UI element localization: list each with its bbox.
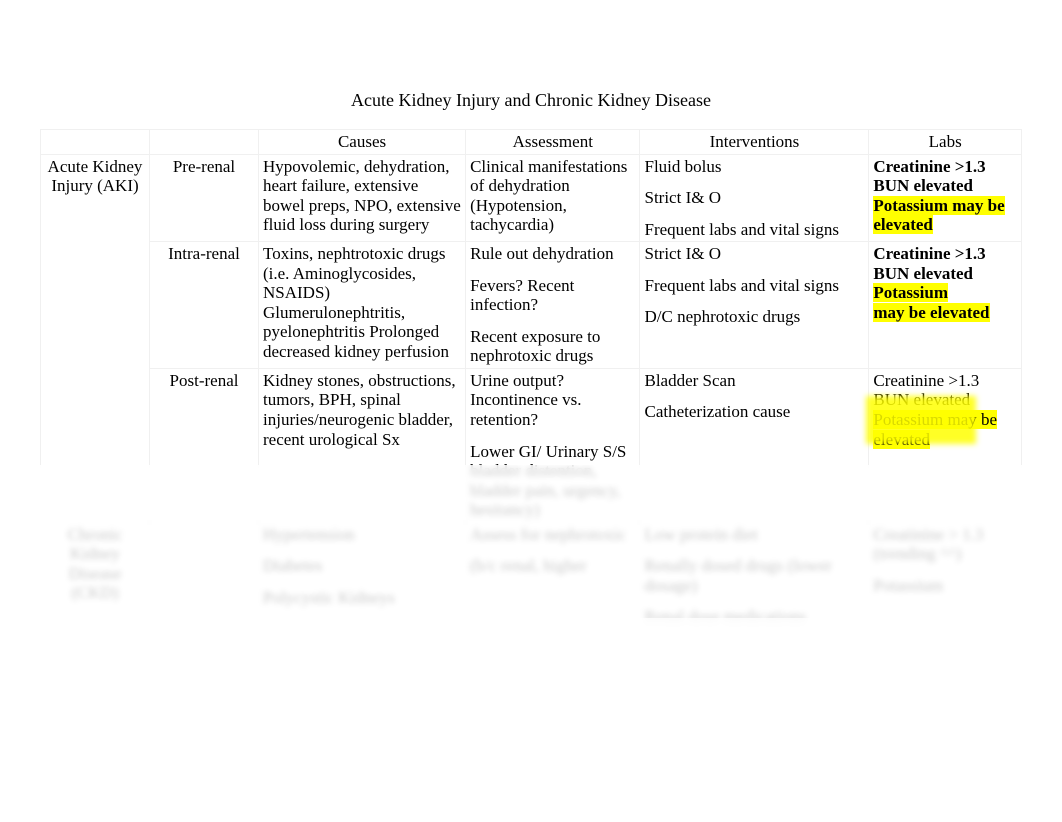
postrenal-interventions: Bladder Scan Catheterization cause [640, 368, 869, 522]
intrarenal-int-2: Frequent labs and vital signs [644, 276, 864, 296]
kidney-table: Causes Assessment Interventions Labs Acu… [40, 129, 1022, 630]
intrarenal-assess-3: Recent exposure to nephrotoxic drugs [470, 327, 635, 366]
prerenal-labs-creat: Creatinine >1.3 [873, 157, 985, 176]
postrenal-labs: Creatinine >1.3 BUN elevated Potassium m… [869, 368, 1022, 522]
ckd-interventions: Low protein diet Renally dosed drugs (lo… [640, 522, 869, 629]
postrenal-assess-1: Urine output? Incontinence vs. retention… [470, 371, 635, 430]
intrarenal-labs-k: Potassium [873, 283, 948, 302]
postrenal-labs-3: Potassium may be elevated [873, 410, 997, 449]
prerenal-labs-k: Potassium may be elevated [873, 196, 1004, 235]
postrenal-assess-2: Lower GI/ Urinary S/S bladder distention… [470, 442, 635, 520]
postrenal-int-1: Bladder Scan [644, 371, 864, 391]
intrarenal-assess-2: Fevers? Recent infection? [470, 276, 635, 315]
ckd-int-3: Renal dose medications [644, 607, 864, 627]
document-page: Acute Kidney Injury and Chronic Kidney D… [0, 0, 1062, 670]
ckd-label: Chronic Kidney Disease (CKD) [41, 522, 150, 629]
intrarenal-labs-k2: may be elevated [873, 303, 989, 322]
header-row: Causes Assessment Interventions Labs [41, 130, 1022, 155]
intrarenal-causes: Toxins, nephtrotoxic drugs (i.e. Aminogl… [259, 242, 466, 369]
prerenal-interventions: Fluid bolus Strict I& O Frequent labs an… [640, 154, 869, 242]
intrarenal-int-1: Strict I& O [644, 244, 864, 264]
intrarenal-assessment: Rule out dehydration Fevers? Recent infe… [466, 242, 640, 369]
ckd-labs-1: Creatinine > 1.3 (trending ^^) [873, 525, 1017, 564]
header-causes: Causes [259, 130, 466, 155]
prerenal-int-3: Frequent labs and vital signs [644, 220, 864, 240]
prerenal-assessment: Clinical manifestations of dehydration (… [466, 154, 640, 242]
row-postrenal: Post-renal Kidney stones, obstructions, … [41, 368, 1022, 522]
ckd-labs-2: Potassium [873, 576, 1017, 596]
row-ckd: Chronic Kidney Disease (CKD) Hypertensio… [41, 522, 1022, 629]
header-blank2 [150, 130, 259, 155]
prerenal-causes: Hypovolemic, dehydration, heart failure,… [259, 154, 466, 242]
prerenal-label: Pre-renal [150, 154, 259, 242]
intrarenal-interventions: Strict I& O Frequent labs and vital sign… [640, 242, 869, 369]
intrarenal-int-3: D/C nephrotoxic drugs [644, 307, 864, 327]
prerenal-labs: Creatinine >1.3 BUN elevated Potassium m… [869, 154, 1022, 242]
ckd-assess-2: (b/c renal, higher [470, 556, 635, 576]
postrenal-labs-2: BUN elevated [873, 390, 970, 409]
intrarenal-assess-1: Rule out dehydration [470, 244, 635, 264]
ckd-int-1: Low protein diet [644, 525, 864, 545]
ckd-blank [150, 522, 259, 629]
header-assessment: Assessment [466, 130, 640, 155]
ckd-assessment: Assess for nephrotoxic (b/c renal, highe… [466, 522, 640, 629]
header-blank1 [41, 130, 150, 155]
row-intrarenal: Intra-renal Toxins, nephtrotoxic drugs (… [41, 242, 1022, 369]
postrenal-assessment: Urine output? Incontinence vs. retention… [466, 368, 640, 522]
blur-overlay-b [0, 618, 1062, 718]
ckd-causes-2: Diabetes [263, 556, 461, 576]
postrenal-label: Post-renal [150, 368, 259, 522]
postrenal-int-2: Catheterization cause [644, 402, 864, 422]
ckd-assess-1: Assess for nephrotoxic [470, 525, 635, 545]
ckd-int-2: Renally dosed drugs (lower dosage) [644, 556, 864, 595]
ckd-labs: Creatinine > 1.3 (trending ^^) Potassium [869, 522, 1022, 629]
row-prerenal: Acute Kidney Injury (AKI) Pre-renal Hypo… [41, 154, 1022, 242]
header-interventions: Interventions [640, 130, 869, 155]
document-title: Acute Kidney Injury and Chronic Kidney D… [40, 90, 1022, 111]
ckd-causes-1: Hypertension [263, 525, 461, 545]
ckd-causes-3: Polycystic Kidneys [263, 588, 461, 608]
aki-label: Acute Kidney Injury (AKI) [41, 154, 150, 522]
prerenal-int-1: Fluid bolus [644, 157, 864, 177]
intrarenal-label: Intra-renal [150, 242, 259, 369]
intrarenal-labs: Creatinine >1.3 BUN elevated Potassium m… [869, 242, 1022, 369]
postrenal-causes: Kidney stones, obstructions, tumors, BPH… [259, 368, 466, 522]
prerenal-labs-bun: BUN elevated [873, 176, 973, 195]
postrenal-labs-1: Creatinine >1.3 [873, 371, 979, 390]
intrarenal-labs-creat: Creatinine >1.3 [873, 244, 985, 263]
header-labs: Labs [869, 130, 1022, 155]
prerenal-int-2: Strict I& O [644, 188, 864, 208]
ckd-causes: Hypertension Diabetes Polycystic Kidneys [259, 522, 466, 629]
intrarenal-labs-bun: BUN elevated [873, 264, 973, 283]
